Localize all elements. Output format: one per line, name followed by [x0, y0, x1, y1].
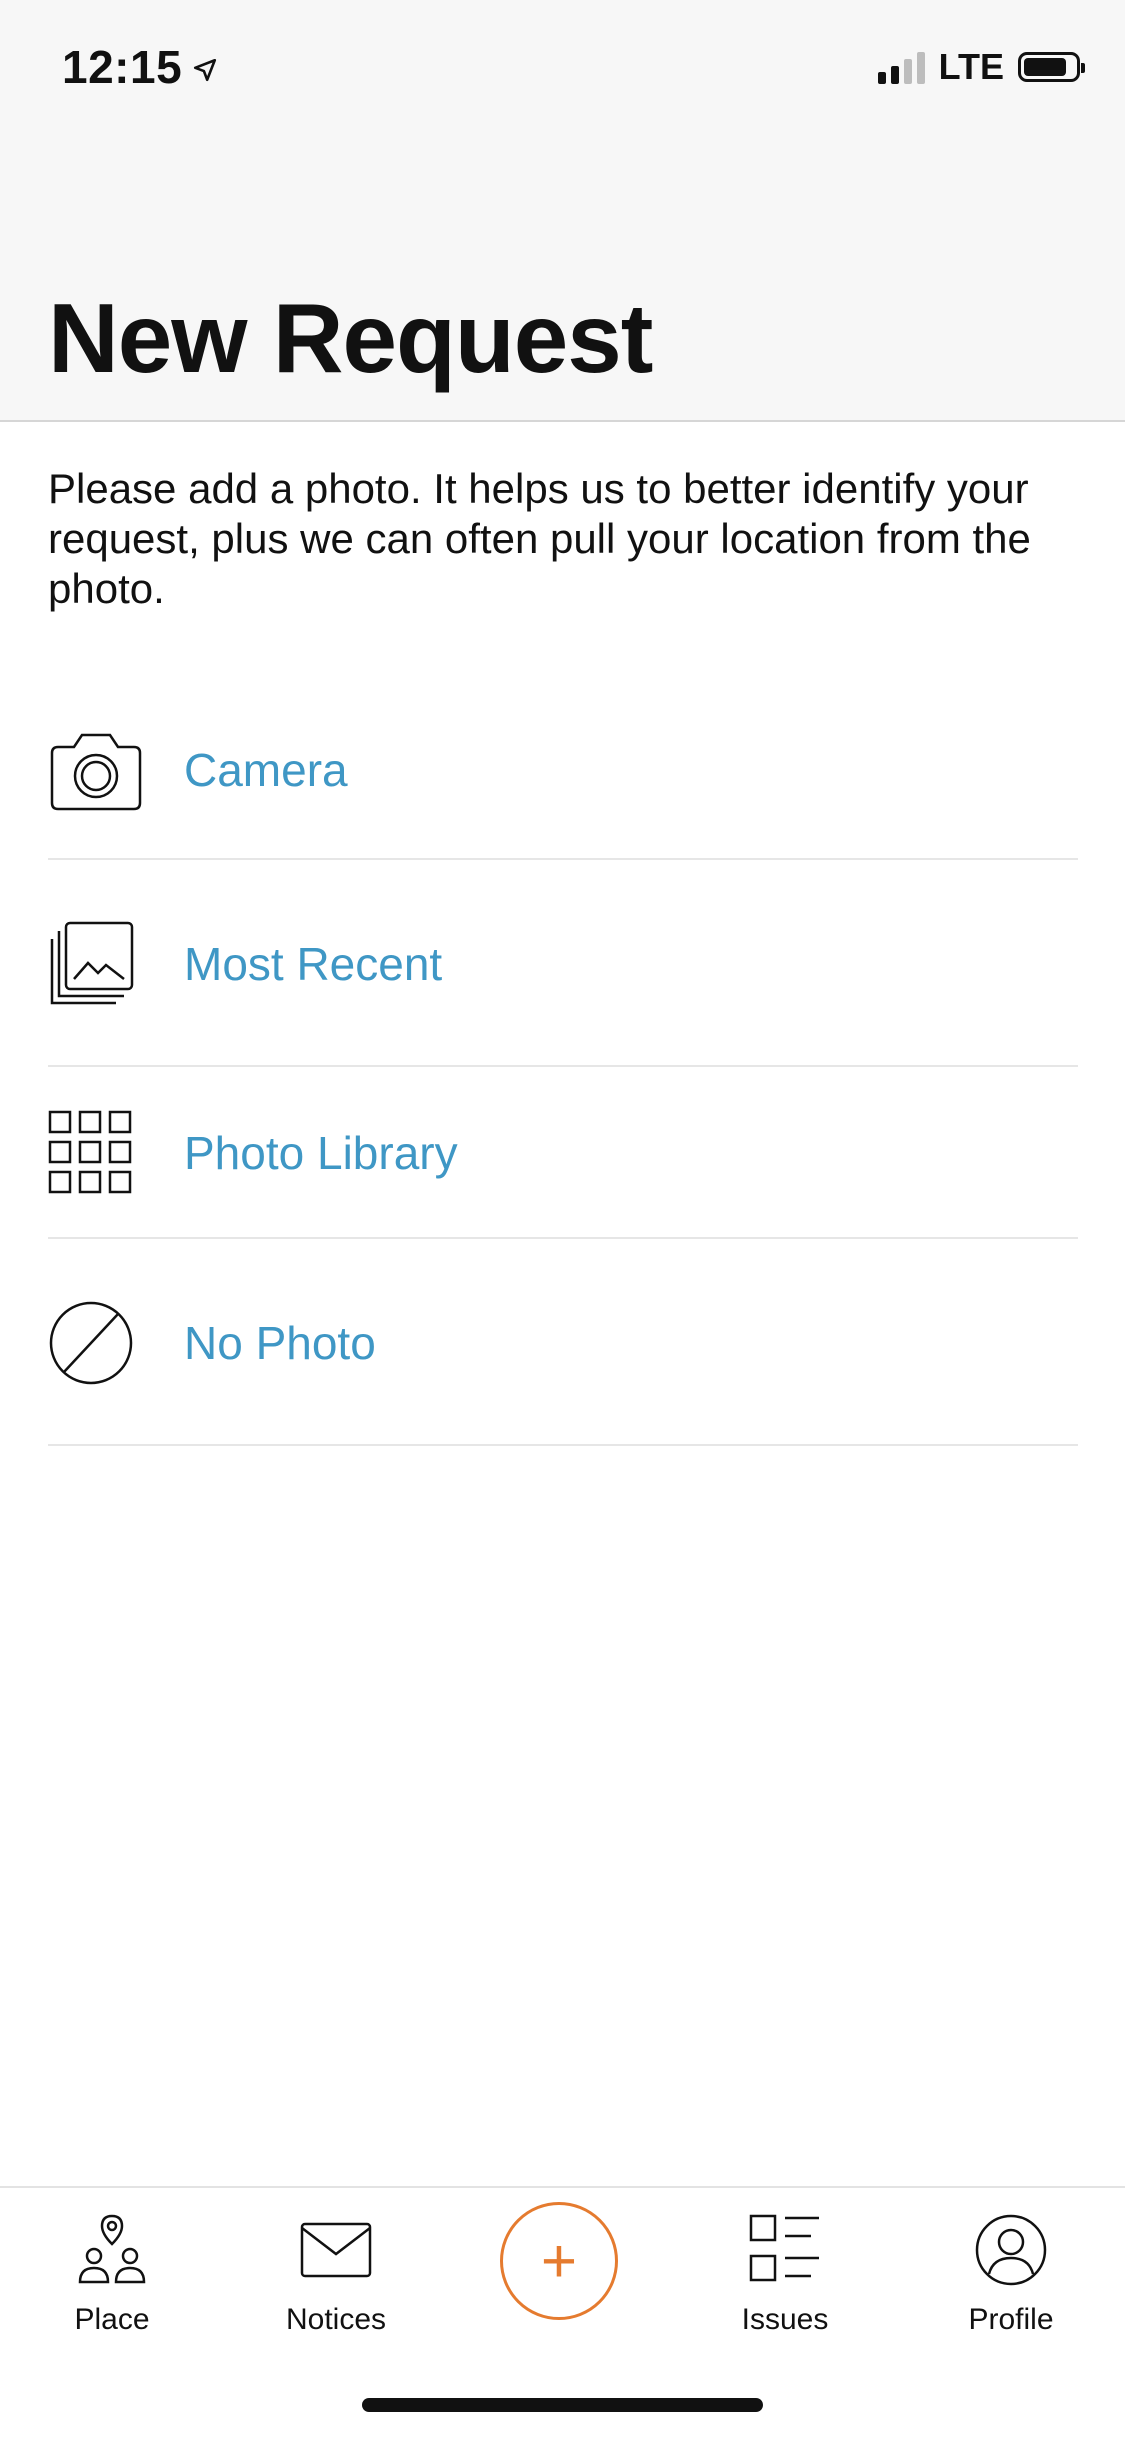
mail-icon — [298, 2212, 374, 2293]
option-no-photo-label: No Photo — [184, 1316, 376, 1369]
tab-profile-label: Profile — [968, 2303, 1054, 2336]
photo-options-list: Camera Most Recent Photo Library No Phot… — [48, 680, 1078, 1446]
camera-icon — [48, 727, 158, 813]
cellular-signal-icon — [877, 50, 925, 84]
tab-notices-label: Notices — [285, 2303, 387, 2336]
photos-stack-icon — [48, 919, 158, 1009]
option-no-photo[interactable]: No Photo — [48, 1239, 1078, 1446]
tab-place[interactable]: Place — [12, 2212, 212, 2337]
option-photo-library-label: Photo Library — [184, 1127, 458, 1179]
option-camera[interactable]: Camera — [48, 680, 1078, 860]
status-time-text: 12:15 — [62, 41, 183, 93]
option-most-recent-label: Most Recent — [184, 937, 443, 990]
plus-icon: + — [540, 2226, 578, 2296]
location-arrow-icon — [192, 40, 218, 94]
tab-profile[interactable]: Profile — [911, 2212, 1111, 2337]
status-time: 12:15 — [62, 40, 218, 94]
tab-notices[interactable]: Notices — [236, 2212, 436, 2337]
tab-place-label: Place — [74, 2303, 150, 2336]
grid-icon — [48, 1110, 158, 1196]
profile-icon — [973, 2212, 1049, 2293]
option-photo-library[interactable]: Photo Library — [48, 1067, 1078, 1239]
page-title: New Request — [48, 283, 653, 393]
add-request-button[interactable]: + — [500, 2202, 618, 2320]
option-camera-label: Camera — [184, 744, 348, 796]
tab-issues[interactable]: Issues — [685, 2212, 885, 2337]
home-indicator[interactable] — [362, 2398, 763, 2412]
divider — [48, 1444, 1078, 1446]
header: 12:15 LTE New Request — [0, 0, 1125, 422]
battery-icon — [1018, 52, 1085, 82]
intro-text: Please add a photo. It helps us to bette… — [48, 465, 1031, 612]
place-icon — [74, 2212, 150, 2293]
no-photo-icon — [48, 1300, 158, 1386]
status-right: LTE — [877, 46, 1085, 88]
issues-list-icon — [747, 2212, 823, 2293]
tab-issues-label: Issues — [741, 2303, 829, 2336]
option-most-recent[interactable]: Most Recent — [48, 860, 1078, 1067]
carrier-label: LTE — [938, 46, 1004, 87]
